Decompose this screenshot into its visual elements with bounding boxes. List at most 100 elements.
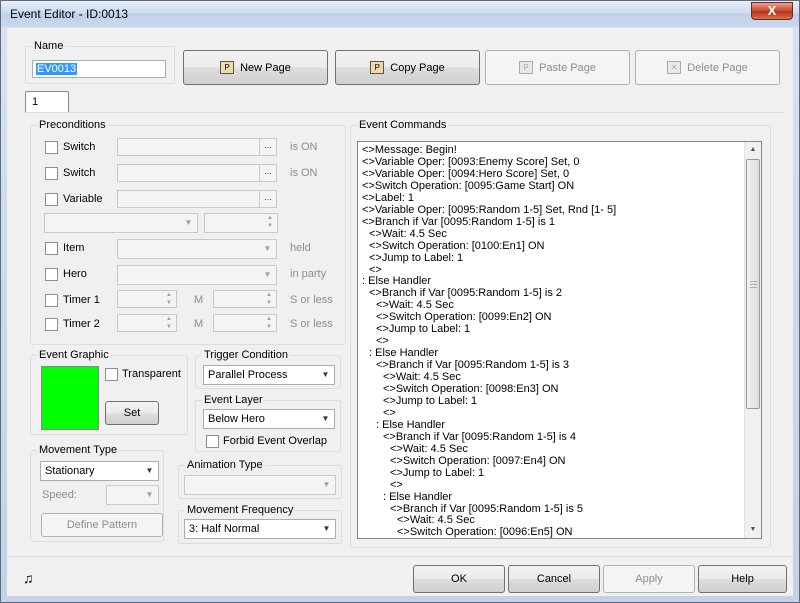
event-graphic-preview[interactable] [41, 366, 99, 430]
scroll-up-icon[interactable]: ▲ [745, 142, 761, 158]
chevron-down-icon: ▼ [184, 218, 193, 227]
command-line[interactable]: <>Branch if Var [0095:Random 1-5] is 4 [383, 431, 576, 444]
timer1-suffix: S or less [290, 294, 333, 306]
timer1-checkbox[interactable] [45, 294, 58, 307]
delete-page-label: Delete Page [687, 61, 748, 74]
command-line[interactable]: <>Switch Operation: [0096:En5] ON [397, 526, 573, 538]
timer2-seconds-spinner[interactable]: ▲ ▼ [213, 314, 277, 332]
command-line[interactable]: <>Switch Operation: [0100:En1] ON [369, 240, 545, 253]
event-layer-group: Event Layer Below Hero ▼ Forbid Event Ov… [195, 394, 341, 452]
delete-page-icon: ✕ [667, 61, 682, 74]
animation-type-select[interactable]: ▼ [184, 475, 336, 495]
variable-checkbox[interactable] [45, 193, 58, 206]
delete-page-button[interactable]: ✕ Delete Page [635, 50, 780, 85]
music-note-icon[interactable]: ♫ [23, 571, 34, 585]
switch1-field[interactable]: ... [117, 138, 277, 156]
command-line[interactable]: <>Switch Operation: [0095:Game Start] ON [362, 180, 574, 193]
command-line[interactable]: <> [390, 479, 403, 492]
movement-frequency-group: Movement Frequency 3: Half Normal ▼ [178, 504, 342, 544]
command-line[interactable]: <>Wait: 4.5 Sec [390, 443, 468, 456]
command-line[interactable]: <>Wait: 4.5 Sec [369, 228, 447, 241]
chevron-down-icon: ▼ [145, 466, 154, 475]
event-graphic-group: Event Graphic Transparent Set [30, 349, 188, 435]
close-button[interactable]: X [751, 2, 793, 20]
movement-type-group: Movement Type Stationary ▼ Speed: ▼ Defi… [30, 444, 164, 542]
command-line[interactable]: <>Jump to Label: 1 [390, 467, 484, 480]
item-label: Item [63, 242, 85, 254]
switch1-checkbox[interactable] [45, 141, 58, 154]
new-page-icon: P [220, 61, 235, 74]
spinner-arrows-icon: ▲ ▼ [267, 215, 273, 229]
variable-field[interactable]: ... [117, 190, 277, 208]
scroll-thumb[interactable]: — — — [746, 159, 760, 409]
event-commands-list[interactable]: <>Message: Begin! <>Variable Oper: [0093:… [357, 141, 762, 539]
movement-frequency-select[interactable]: 3: Half Normal ▼ [184, 519, 336, 539]
movement-frequency-legend: Movement Frequency [185, 504, 296, 516]
help-button[interactable]: Help [698, 565, 787, 593]
timer1-seconds-spinner[interactable]: ▲ ▼ [213, 290, 277, 308]
spinner-arrows-icon: ▲ ▼ [166, 316, 172, 330]
timer2-checkbox[interactable] [45, 318, 58, 331]
switch2-label: Switch [63, 167, 96, 179]
timer1-label: Timer 1 [63, 294, 100, 306]
commands-scrollbar[interactable]: ▲ — — — ▼ [744, 142, 761, 538]
chevron-down-icon: ▼ [322, 480, 331, 489]
transparent-checkbox[interactable] [105, 368, 118, 381]
variable-compare-select[interactable]: ▼ [44, 213, 198, 233]
event-editor-window: Event Editor - ID:0013 X Name EV0013 P Ne… [0, 0, 800, 603]
paste-page-label: Paste Page [539, 61, 596, 74]
command-line[interactable]: <>Switch Operation: [0097:En4] ON [390, 455, 566, 468]
title-bar[interactable]: Event Editor - ID:0013 X [1, 1, 799, 27]
chevron-down-icon: ▼ [321, 370, 330, 379]
switch2-field[interactable]: ... [117, 164, 277, 182]
command-line[interactable]: <>Variable Oper: [0095:Random 1-5] Set, … [362, 204, 616, 217]
item-select[interactable]: ▼ [117, 239, 277, 259]
chevron-down-icon: ▼ [321, 414, 330, 423]
tab-divider [25, 112, 785, 113]
switch1-browse-icon[interactable]: ... [259, 139, 276, 155]
name-input[interactable]: EV0013 [32, 60, 166, 78]
apply-button[interactable]: Apply [603, 565, 695, 593]
trigger-condition-value: Parallel Process [208, 369, 288, 381]
trigger-condition-select[interactable]: Parallel Process ▼ [203, 365, 335, 385]
command-line[interactable]: <>Jump to Label: 1 [383, 395, 477, 408]
scroll-down-icon[interactable]: ▼ [745, 522, 761, 538]
chevron-down-icon: ▼ [322, 524, 331, 533]
item-checkbox[interactable] [45, 242, 58, 255]
transparent-label: Transparent [122, 368, 181, 380]
command-line[interactable]: <>Label: 1 [362, 192, 414, 205]
command-line[interactable]: : Else Handler [376, 419, 445, 432]
ok-button[interactable]: OK [413, 565, 505, 593]
command-line[interactable]: <>Jump to Label: 1 [369, 252, 463, 265]
switch2-checkbox[interactable] [45, 167, 58, 180]
command-line[interactable]: <>Jump to Label: 1 [376, 323, 470, 336]
name-input-value: EV0013 [36, 63, 78, 75]
set-graphic-button[interactable]: Set [105, 401, 159, 425]
variable-value-spinner[interactable]: ▲ ▼ [204, 213, 278, 233]
command-line[interactable]: <>Branch if Var [0095:Random 1-5] is 1 [362, 216, 555, 229]
new-page-label: New Page [240, 61, 291, 74]
trigger-condition-group: Trigger Condition Parallel Process ▼ [195, 349, 341, 389]
event-layer-select[interactable]: Below Hero ▼ [203, 409, 335, 429]
speed-select[interactable]: ▼ [106, 485, 159, 505]
tab-page-1[interactable]: 1 [25, 91, 69, 113]
hero-select[interactable]: ▼ [117, 265, 277, 285]
timer1-minutes-spinner[interactable]: ▲ ▼ [117, 290, 177, 308]
new-page-button[interactable]: P New Page [183, 50, 328, 85]
timer2-label: Timer 2 [63, 318, 100, 330]
switch2-browse-icon[interactable]: ... [259, 165, 276, 181]
hero-checkbox[interactable] [45, 268, 58, 281]
cancel-button[interactable]: Cancel [508, 565, 600, 593]
copy-page-button[interactable]: P Copy Page [335, 50, 480, 85]
preconditions-legend: Preconditions [37, 119, 108, 131]
paste-page-button[interactable]: P Paste Page [485, 50, 630, 85]
define-pattern-button[interactable]: Define Pattern [41, 513, 163, 537]
variable-browse-icon[interactable]: ... [259, 191, 276, 207]
movement-type-select[interactable]: Stationary ▼ [40, 461, 159, 481]
command-line[interactable]: : Else Handler [383, 491, 452, 504]
timer2-minutes-spinner[interactable]: ▲ ▼ [117, 314, 177, 332]
chevron-down-icon: ▼ [263, 270, 272, 279]
forbid-overlap-checkbox[interactable] [206, 435, 219, 448]
animation-type-legend: Animation Type [185, 459, 265, 471]
timer2-unit: M [194, 318, 204, 330]
